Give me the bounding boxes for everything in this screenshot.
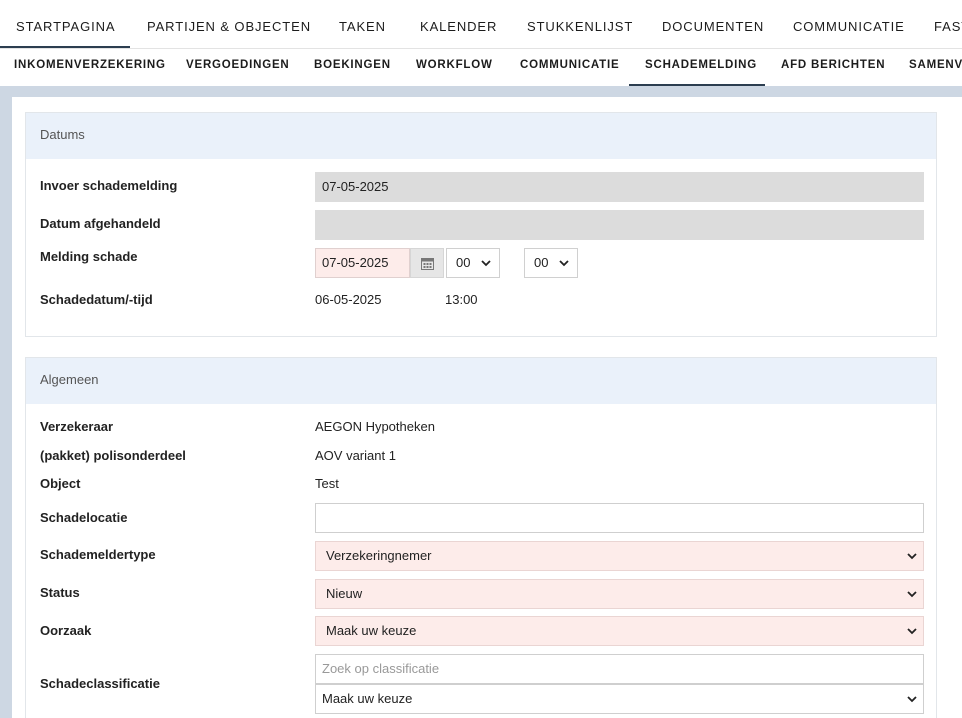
schadeclassificatie-select[interactable]: Maak uw keuze — [315, 684, 924, 714]
schadelocatie-input[interactable] — [315, 503, 924, 533]
polisonderdeel-label: (pakket) polisonderdeel — [40, 448, 186, 463]
nav-fast[interactable]: FAST — [934, 0, 962, 48]
melding-schade-label: Melding schade — [40, 249, 138, 264]
nav-stukkenlijst[interactable]: STUKKENLIJST — [527, 0, 633, 48]
schademeldertype-value: Verzekeringnemer — [326, 548, 432, 563]
melding-hour-select[interactable]: 00 — [446, 248, 500, 278]
schademeldertype-label: Schademeldertype — [40, 547, 156, 562]
tab-communicatie[interactable]: COMMUNICATIE — [520, 49, 619, 86]
main-navigation: STARTPAGINA PARTIJEN & OBJECTEN TAKEN KA… — [0, 0, 962, 49]
schadetijd-value: 13:00 — [445, 292, 478, 307]
melding-minute-select[interactable]: 00 — [524, 248, 578, 278]
invoer-schademelding-label: Invoer schademelding — [40, 178, 178, 193]
nav-kalender[interactable]: KALENDER — [420, 0, 497, 48]
oorzaak-select[interactable]: Maak uw keuze — [315, 616, 924, 646]
page-content: Datums Invoer schademelding 07-05-2025 D… — [12, 97, 962, 718]
tab-boekingen[interactable]: BOEKINGEN — [314, 49, 391, 86]
tab-schademelding[interactable]: SCHADEMELDING — [629, 49, 765, 86]
calendar-button[interactable] — [410, 248, 444, 278]
tab-afd-berichten[interactable]: AFD BERICHTEN — [781, 49, 885, 86]
classificatie-search-placeholder: Zoek op classificatie — [322, 661, 440, 676]
algemeen-section: Algemeen Verzekeraar AEGON Hypotheken (p… — [25, 357, 937, 718]
chevron-down-icon — [559, 260, 569, 267]
datum-afgehandeld-label: Datum afgehandeld — [40, 216, 161, 231]
algemeen-section-header: Algemeen — [26, 358, 936, 404]
object-value: Test — [315, 476, 339, 491]
chevron-down-icon — [907, 628, 917, 635]
invoer-schademelding-field: 07-05-2025 — [315, 172, 924, 202]
schadeclassificatie-label: Schadeclassificatie — [40, 676, 160, 691]
schademeldertype-select[interactable]: Verzekeringnemer — [315, 541, 924, 571]
chevron-down-icon — [481, 260, 491, 267]
schadedatum-value: 06-05-2025 — [315, 292, 382, 307]
melding-minute-value: 00 — [534, 255, 549, 270]
tab-workflow[interactable]: WORKFLOW — [416, 49, 493, 86]
datum-afgehandeld-field — [315, 210, 924, 240]
oorzaak-label: Oorzaak — [40, 623, 92, 638]
tab-inkomenverzekering[interactable]: INKOMENVERZEKERING — [14, 49, 166, 86]
schadelocatie-label: Schadelocatie — [40, 510, 128, 525]
datums-section-header: Datums — [26, 113, 936, 159]
chevron-down-icon — [907, 591, 917, 598]
nav-taken[interactable]: TAKEN — [339, 0, 386, 48]
verzekeraar-value: AEGON Hypotheken — [315, 419, 435, 434]
tab-samenvatting[interactable]: SAMENVA — [909, 49, 962, 86]
chevron-down-icon — [907, 696, 917, 703]
nav-partijen-objecten[interactable]: PARTIJEN & OBJECTEN — [147, 0, 311, 48]
object-label: Object — [40, 476, 81, 491]
nav-communicatie[interactable]: COMMUNICATIE — [793, 0, 905, 48]
status-select[interactable]: Nieuw — [315, 579, 924, 609]
tab-vergoedingen[interactable]: VERGOEDINGEN — [186, 49, 290, 86]
calendar-icon — [420, 257, 434, 270]
status-value: Nieuw — [326, 586, 363, 601]
status-label: Status — [40, 585, 80, 600]
nav-documenten[interactable]: DOCUMENTEN — [662, 0, 764, 48]
schadedatum-tijd-label: Schadedatum/-tijd — [40, 292, 153, 307]
sub-navigation: INKOMENVERZEKERING VERGOEDINGEN BOEKINGE… — [0, 49, 962, 86]
melding-schade-date-input[interactable]: 07-05-2025 — [315, 248, 410, 278]
oorzaak-value: Maak uw keuze — [326, 623, 417, 638]
polisonderdeel-value: AOV variant 1 — [315, 448, 396, 463]
datums-section: Datums Invoer schademelding 07-05-2025 D… — [25, 112, 937, 337]
nav-startpagina[interactable]: STARTPAGINA — [0, 0, 130, 48]
verzekeraar-label: Verzekeraar — [40, 419, 114, 434]
classificatie-search-input[interactable]: Zoek op classificatie — [315, 654, 924, 684]
melding-hour-value: 00 — [456, 255, 471, 270]
chevron-down-icon — [907, 553, 917, 560]
schadeclassificatie-value: Maak uw keuze — [322, 691, 413, 706]
